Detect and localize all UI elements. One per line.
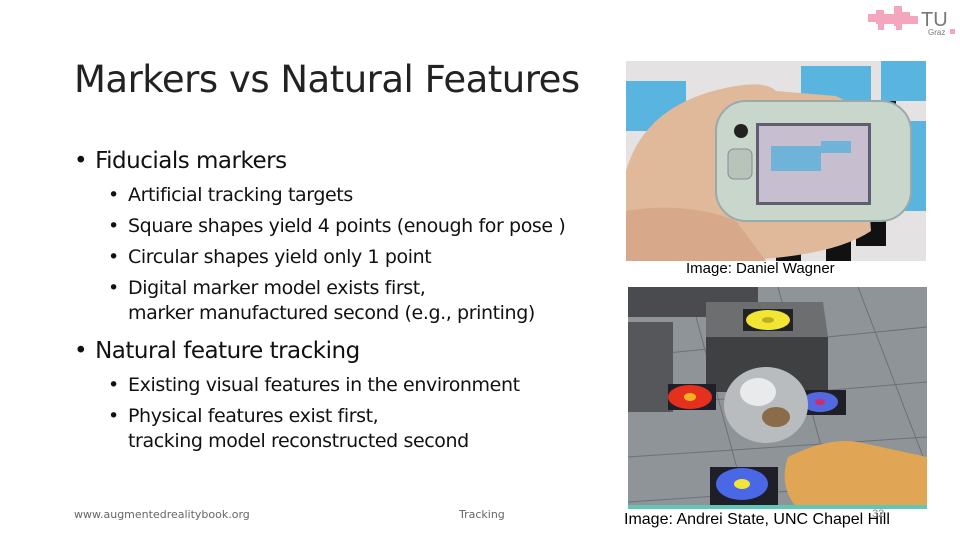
sub-bullet: • Square shapes yield 4 points (enough fo… [108,214,566,239]
image-caption-daniel-wagner: Image: Daniel Wagner [686,260,835,277]
bullet-glyph: • [74,148,88,174]
logo-subtext: Graz [928,28,945,37]
bullet-natural-feature-tracking: • Natural feature tracking [74,338,360,364]
sub-bullet: • Existing visual features in the environ… [108,373,520,398]
sub-bullet: • Artificial tracking targets [108,183,353,208]
sub-bullet-text: Square shapes yield 4 points (enough for… [128,215,566,237]
bullet-glyph: • [108,184,119,206]
footer-section: Tracking [459,508,505,521]
footer-website: www.augmentedrealitybook.org [74,508,250,521]
sub-bullet-text: Physical features exist first, tracking … [128,405,469,452]
image-caption-andrei-state: Image: Andrei State, UNC Chapel Hill [624,511,890,528]
sub-bullet: • Digital marker model exists first, mark… [108,276,535,326]
handheld-ar-photo [626,61,926,261]
bullet-fiducial-markers: • Fiducials markers [74,148,287,174]
bullet-glyph: • [108,277,119,299]
tu-graz-logo-mark: TU Graz [868,6,955,37]
bullet-glyph: • [108,215,119,237]
page-number: 32 [872,508,885,520]
sub-bullet: • Circular shapes yield only 1 point [108,245,432,270]
sub-bullet-text: Circular shapes yield only 1 point [128,246,432,268]
sub-bullet-text: Existing visual features in the environm… [128,374,520,396]
bullet-glyph: • [108,405,119,427]
bullet-glyph: • [108,246,119,268]
bullet-glyph: • [74,338,88,364]
bullet-text: Fiducials markers [95,148,287,174]
tu-graz-logo: TU Graz [866,4,956,38]
sub-bullet-text: Artificial tracking targets [128,184,353,206]
teapot-ar-photo [628,287,927,509]
slide-title: Markers vs Natural Features [74,58,580,101]
sub-bullet-text: Digital marker model exists first, marke… [128,277,535,324]
bullet-glyph: • [108,374,119,396]
bullet-text: Natural feature tracking [95,338,360,364]
sub-bullet: • Physical features exist first, tracking… [108,404,469,454]
